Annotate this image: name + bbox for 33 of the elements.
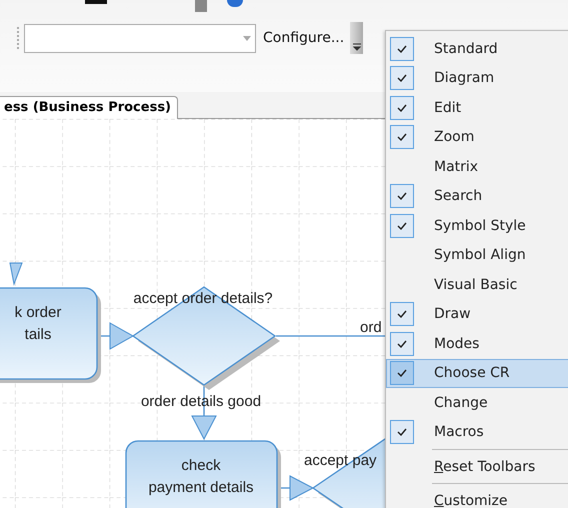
menu-item[interactable]: Choose CR (386, 358, 568, 388)
arrow-head-icon (9, 262, 23, 286)
menu-item[interactable]: Edit (386, 93, 568, 122)
menu-item[interactable]: Modes (386, 329, 568, 358)
menu-item[interactable]: Macros (386, 418, 568, 447)
menu-item[interactable]: Matrix (386, 152, 568, 182)
menu-item[interactable]: Reset Toolbars (386, 452, 568, 481)
process-label: check (181, 457, 221, 474)
toolbar-icon[interactable] (227, 0, 243, 7)
menu-item[interactable]: Draw (386, 300, 568, 329)
menu-item[interactable]: Zoom (386, 122, 568, 152)
menu-item[interactable]: Symbol Style (386, 211, 568, 240)
combo-box[interactable] (24, 24, 256, 52)
toolbar-options-button[interactable] (350, 22, 364, 54)
arrow-head-icon (191, 416, 217, 440)
process-label: k order (14, 304, 62, 321)
diagram-tab[interactable]: ess (Business Process) (0, 96, 178, 119)
menu-item[interactable]: Change (386, 388, 568, 418)
menu-item[interactable]: Diagram (386, 64, 568, 93)
menu-item[interactable]: Standard (386, 34, 568, 64)
arrow-head-icon (110, 322, 134, 350)
arrow-head-icon (290, 475, 314, 501)
configure-button[interactable]: Configure... (263, 28, 344, 48)
connector-label: ord (360, 319, 382, 336)
process-label: tails (24, 326, 52, 343)
process-label: payment details (148, 479, 254, 496)
caret-icon (243, 36, 251, 40)
menu-item[interactable]: Search (386, 182, 568, 211)
menu-item[interactable]: Symbol Align (386, 240, 568, 270)
menu-item[interactable]: Customize (386, 486, 568, 508)
decision-label: accept pay (304, 452, 377, 469)
menu-item[interactable]: Visual Basic (386, 270, 568, 300)
overflow-caret-icon (352, 43, 361, 51)
